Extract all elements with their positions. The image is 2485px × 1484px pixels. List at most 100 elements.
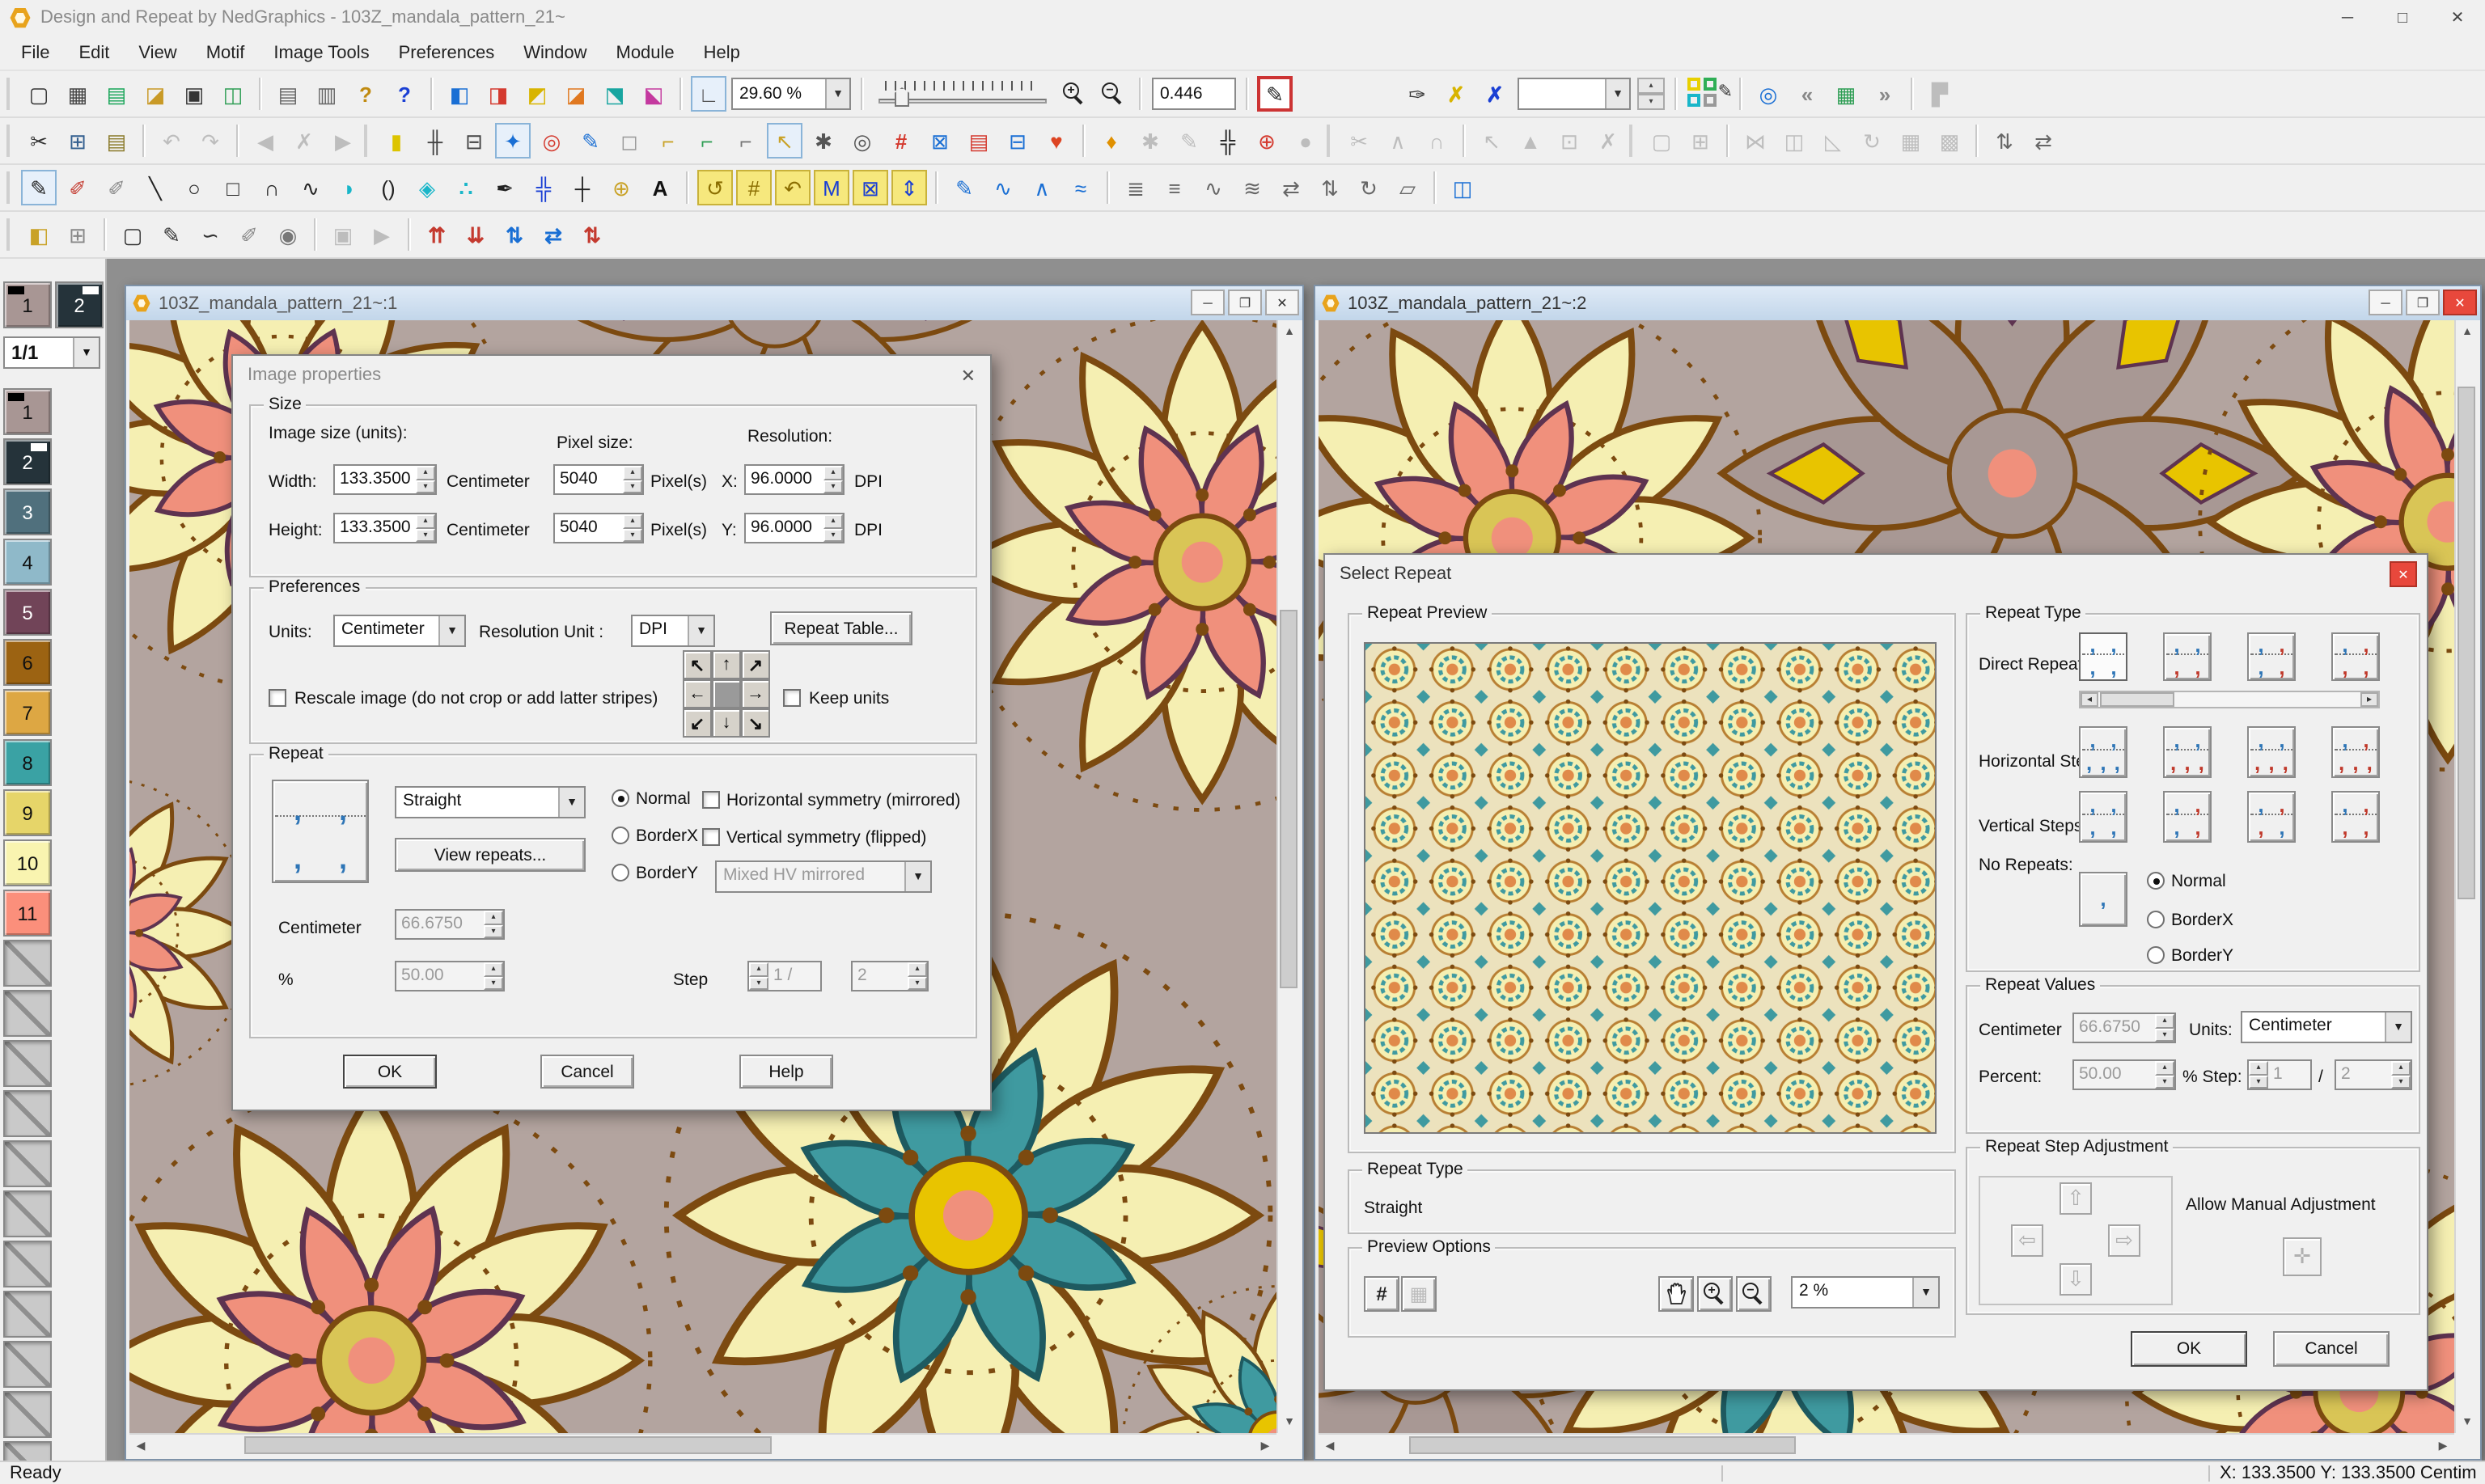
- align-cross-button[interactable]: ┼: [565, 170, 600, 205]
- menu-motif[interactable]: Motif: [192, 38, 260, 67]
- repeat-cm-input[interactable]: 66.6750▴▾: [2072, 1013, 2176, 1043]
- color-swatch-7[interactable]: 7: [3, 689, 52, 736]
- maximize-button[interactable]: □: [2375, 0, 2430, 36]
- magic-wand-button[interactable]: ✦: [495, 123, 531, 159]
- tolerance-value-field[interactable]: 0.446: [1152, 78, 1236, 110]
- scroll-up-icon[interactable]: ▲: [2456, 320, 2479, 343]
- color-swatch-2[interactable]: 2: [3, 438, 52, 485]
- direct-repeat-option-4[interactable]: ,,,,: [2331, 632, 2380, 681]
- menu-preferences[interactable]: Preferences: [384, 38, 510, 67]
- profile-a-button[interactable]: ≣: [1118, 170, 1154, 205]
- color-swatch-4[interactable]: 4: [3, 539, 52, 586]
- clear-colors-button[interactable]: ✗: [1477, 76, 1513, 112]
- anchor-arrow-icon[interactable]: →: [741, 679, 770, 708]
- anchor-button[interactable]: ⊕: [1249, 123, 1285, 159]
- prev-colorway-button[interactable]: «: [1789, 76, 1825, 112]
- window2-restore-button[interactable]: ❐: [2406, 290, 2440, 315]
- pick-arrow-button[interactable]: ↖: [767, 123, 802, 159]
- window2-minimize-button[interactable]: ─: [2369, 290, 2402, 315]
- airbrush-button[interactable]: ∴: [448, 170, 484, 205]
- menu-help[interactable]: Help: [689, 38, 755, 67]
- borderx-radio[interactable]: [2147, 911, 2165, 928]
- normal-radio[interactable]: [612, 789, 629, 807]
- scrollbar-thumb[interactable]: [1409, 1436, 1795, 1454]
- repeat-type-scrollbar[interactable]: ◂▸: [2079, 691, 2380, 708]
- zoom-in-button[interactable]: +: [1697, 1276, 1733, 1312]
- vertical-repeat-option-1[interactable]: ,,,,: [2079, 791, 2127, 843]
- sort-steps-button[interactable]: ⇅: [574, 217, 610, 252]
- color-swatch-9[interactable]: 9: [3, 789, 52, 836]
- select-brush-button[interactable]: ✐: [231, 217, 267, 252]
- palette-window-button[interactable]: ⬕: [636, 76, 671, 112]
- scroll-left-icon[interactable]: ◀: [129, 1435, 152, 1457]
- horizontal-repeat-option-3[interactable]: ,,,,,: [2247, 726, 2296, 778]
- zoom-in-button[interactable]: +: [1056, 76, 1092, 112]
- ok-button[interactable]: OK: [343, 1055, 437, 1089]
- menu-module[interactable]: Module: [602, 38, 689, 67]
- window1-close-button[interactable]: ✕: [1265, 290, 1299, 315]
- motif-grid-button[interactable]: #: [736, 170, 772, 205]
- horizontal-repeat-option-1[interactable]: ,,,,,: [2079, 726, 2127, 778]
- rectangle-button[interactable]: □: [215, 170, 251, 205]
- color-reduce-button[interactable]: ⊠: [922, 123, 958, 159]
- save-file-button[interactable]: ▣: [176, 76, 212, 112]
- text-tool-button[interactable]: A: [642, 170, 678, 205]
- curve-button[interactable]: ∿: [293, 170, 328, 205]
- color-swatch-empty[interactable]: [3, 1291, 52, 1338]
- window2-titlebar[interactable]: 103Z_mandala_pattern_21~:2 ─ ❐ ✕: [1315, 286, 2480, 320]
- manual-adjust-button[interactable]: ✛: [2283, 1237, 2322, 1276]
- flip-v-button[interactable]: ⇅: [1312, 170, 1348, 205]
- cut-button[interactable]: ✂: [21, 123, 57, 159]
- anchor-center-cell[interactable]: [712, 679, 741, 708]
- step-denominator-input[interactable]: 2▴▾: [2335, 1059, 2412, 1090]
- anchor-arrow-icon[interactable]: ↓: [712, 708, 741, 738]
- menu-edit[interactable]: Edit: [64, 38, 124, 67]
- new-file-button[interactable]: ▢: [21, 76, 57, 112]
- pen-pressure-button[interactable]: ✎: [1257, 76, 1293, 112]
- key-gray-button[interactable]: ⌐: [728, 123, 764, 159]
- pencil-button[interactable]: ✎: [21, 170, 57, 205]
- fill-drop-button[interactable]: ◗: [332, 170, 367, 205]
- pattern-book-button[interactable]: ◫: [1445, 170, 1480, 205]
- node-reduce-button[interactable]: ≈: [1063, 170, 1099, 205]
- color-set-widget[interactable]: ✎: [1687, 78, 1729, 110]
- direct-repeat-option-1[interactable]: ,,,,: [2079, 632, 2127, 681]
- node-smooth-button[interactable]: ∿: [985, 170, 1021, 205]
- motif-undo-button[interactable]: ↶: [775, 170, 811, 205]
- design-window-button[interactable]: ◧: [442, 76, 477, 112]
- scroll-down-icon[interactable]: ▼: [1278, 1410, 1301, 1433]
- rescale-checkbox[interactable]: [269, 689, 286, 707]
- borderx-radio[interactable]: [612, 827, 629, 844]
- bucket-button[interactable]: ◈: [409, 170, 445, 205]
- color-swatch-empty[interactable]: [3, 1190, 52, 1237]
- pen-nib-button[interactable]: ✒: [487, 170, 523, 205]
- close-button[interactable]: ✕: [2390, 561, 2417, 587]
- color-swatch-6[interactable]: 6: [3, 639, 52, 686]
- color-swatch-1[interactable]: 1: [3, 388, 52, 435]
- zoom-out-button[interactable]: −: [1095, 76, 1131, 112]
- zoom-out-button[interactable]: −: [1736, 1276, 1772, 1312]
- color-select-combo[interactable]: ▼: [1518, 78, 1631, 110]
- preview-zoom-combo[interactable]: 2 %▼: [1791, 1276, 1940, 1309]
- motif-mirror-button[interactable]: M: [814, 170, 849, 205]
- palette-tab-1[interactable]: 1: [3, 281, 52, 328]
- order-across-button[interactable]: ⇄: [2026, 123, 2061, 159]
- profile-b-button[interactable]: ≡: [1157, 170, 1192, 205]
- protect-colors-button[interactable]: ✑: [1399, 76, 1435, 112]
- favorites-button[interactable]: ♥: [1039, 123, 1074, 159]
- step-numerator-input[interactable]: 1 /▴▾: [747, 961, 822, 991]
- about-help-button[interactable]: ?: [348, 76, 383, 112]
- cascade-window-button[interactable]: ⊞: [60, 217, 95, 252]
- anchor-arrow-pad[interactable]: ↖↑↗←→↙↓↘: [683, 650, 770, 738]
- palette-tab-2[interactable]: 2: [55, 281, 104, 328]
- sort-blue-button[interactable]: ⇅: [497, 217, 532, 252]
- open-file-button[interactable]: ◪: [138, 76, 173, 112]
- color-swatch-empty[interactable]: [3, 940, 52, 987]
- brush-soft-button[interactable]: ✐: [99, 170, 134, 205]
- sort-mix-button[interactable]: ⇄: [536, 217, 571, 252]
- bordery-radio[interactable]: [612, 864, 629, 882]
- node-corner-button[interactable]: ∧: [1024, 170, 1060, 205]
- node-edit-button[interactable]: ✎: [946, 170, 982, 205]
- resolution-unit-combo[interactable]: DPI▼: [631, 615, 715, 647]
- colorway-table-button[interactable]: ▦: [1828, 76, 1864, 112]
